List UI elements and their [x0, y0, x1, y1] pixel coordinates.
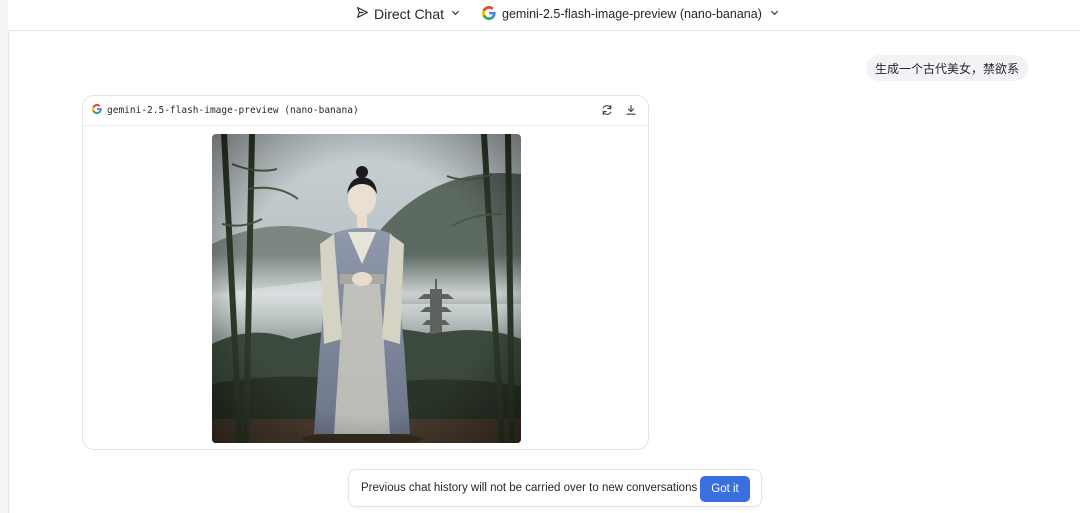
response-card: gemini-2.5-flash-image-preview (nano-ban…: [82, 95, 649, 450]
regenerate-icon[interactable]: [600, 103, 614, 117]
response-card-header: gemini-2.5-flash-image-preview (nano-ban…: [83, 96, 648, 126]
send-icon: [356, 6, 369, 22]
google-g-icon: [482, 5, 496, 23]
mode-label: Direct Chat: [374, 6, 445, 22]
sidebar-rail: [0, 0, 9, 513]
mode-selector[interactable]: Direct Chat: [356, 3, 460, 25]
model-selector[interactable]: gemini-2.5-flash-image-preview (nano-ban…: [482, 3, 779, 25]
user-message-text: 生成一个古代美女，禁欲系: [874, 61, 1019, 76]
model-label: gemini-2.5-flash-image-preview (nano-ban…: [502, 7, 762, 21]
toast-message: Previous chat history will not be carrie…: [361, 482, 698, 494]
generated-image[interactable]: [212, 134, 521, 443]
chevron-down-icon: [770, 8, 779, 20]
chevron-down-icon: [451, 8, 460, 20]
response-model-label: gemini-2.5-flash-image-preview (nano-ban…: [107, 105, 359, 116]
notice-toast: Previous chat history will not be carrie…: [348, 469, 762, 507]
response-model: gemini-2.5-flash-image-preview (nano-ban…: [92, 104, 359, 117]
download-icon[interactable]: [624, 103, 638, 117]
google-g-icon: [92, 104, 102, 117]
top-bar: Direct Chat gemini-2.5-flash-image-previ…: [8, 0, 1080, 31]
user-message-bubble: 生成一个古代美女，禁欲系: [865, 55, 1028, 81]
got-it-button[interactable]: Got it: [700, 476, 750, 502]
response-actions: [600, 103, 638, 117]
